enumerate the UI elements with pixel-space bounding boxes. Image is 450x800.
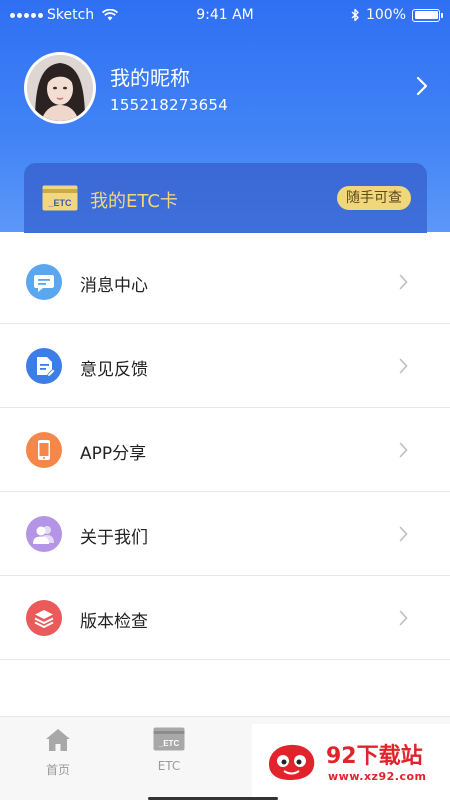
watermark: 92下载站 www.xz92.com — [252, 724, 450, 800]
menu-item-label: 关于我们 — [80, 528, 148, 548]
feedback-document-icon — [26, 348, 62, 384]
chevron-right-icon[interactable] — [416, 76, 428, 96]
etc-card-icon: _ETC — [42, 185, 78, 211]
chevron-right-icon — [399, 442, 408, 458]
menu-item-version-check[interactable]: 版本检查 — [0, 576, 450, 660]
phone-number: 155218273654 — [110, 96, 229, 114]
menu-list: 消息中心 意见反馈 APP分享 关于我们 版本检查 — [0, 240, 450, 660]
watermark-name: 92下载站 — [326, 744, 423, 769]
message-icon — [26, 264, 62, 300]
svg-text:_ETC: _ETC — [158, 739, 180, 748]
profile-row[interactable]: 我的昵称 155218273654 — [24, 52, 434, 124]
status-bar: Sketch 9:41 AM 100% — [0, 0, 450, 32]
menu-item-label: 版本检查 — [80, 612, 148, 632]
menu-item-messages[interactable]: 消息中心 — [0, 240, 450, 324]
chevron-right-icon — [399, 526, 408, 542]
quick-check-badge[interactable]: 随手可查 — [337, 186, 411, 210]
layers-icon — [26, 600, 62, 636]
menu-item-label: APP分享 — [80, 444, 147, 464]
menu-item-about-us[interactable]: 关于我们 — [0, 492, 450, 576]
tab-home-label: 首页 — [45, 763, 70, 777]
menu-item-label: 意见反馈 — [80, 360, 148, 380]
avatar-portrait — [27, 55, 93, 121]
phone-share-icon — [26, 432, 62, 468]
tab-etc-label: ETC — [157, 759, 181, 773]
chevron-right-icon — [399, 358, 408, 374]
users-icon — [26, 516, 62, 552]
battery-percent: 100% — [365, 7, 406, 23]
menu-item-app-share[interactable]: APP分享 — [0, 408, 450, 492]
tab-etc[interactable]: _ETC ETC — [129, 727, 209, 773]
etc-card-icon: _ETC — [153, 727, 185, 751]
chevron-right-icon — [399, 610, 408, 626]
watermark-url: www.xz92.com — [328, 770, 427, 783]
tab-home[interactable]: 首页 — [18, 727, 98, 778]
bluetooth-icon — [351, 8, 359, 22]
home-icon — [46, 729, 70, 751]
etc-card-title: 我的ETC卡 — [90, 191, 178, 212]
nickname: 我的昵称 — [110, 66, 190, 90]
chevron-right-icon — [399, 274, 408, 290]
avatar[interactable] — [24, 52, 96, 124]
menu-item-label: 消息中心 — [80, 276, 148, 296]
battery-icon — [412, 8, 443, 22]
etc-card[interactable]: _ETC 我的ETC卡 随手可查 — [24, 163, 427, 233]
svg-text:_ETC: _ETC — [47, 198, 72, 208]
menu-item-feedback[interactable]: 意见反馈 — [0, 324, 450, 408]
status-right: 100% — [351, 7, 443, 23]
watermark-logo — [268, 744, 315, 780]
